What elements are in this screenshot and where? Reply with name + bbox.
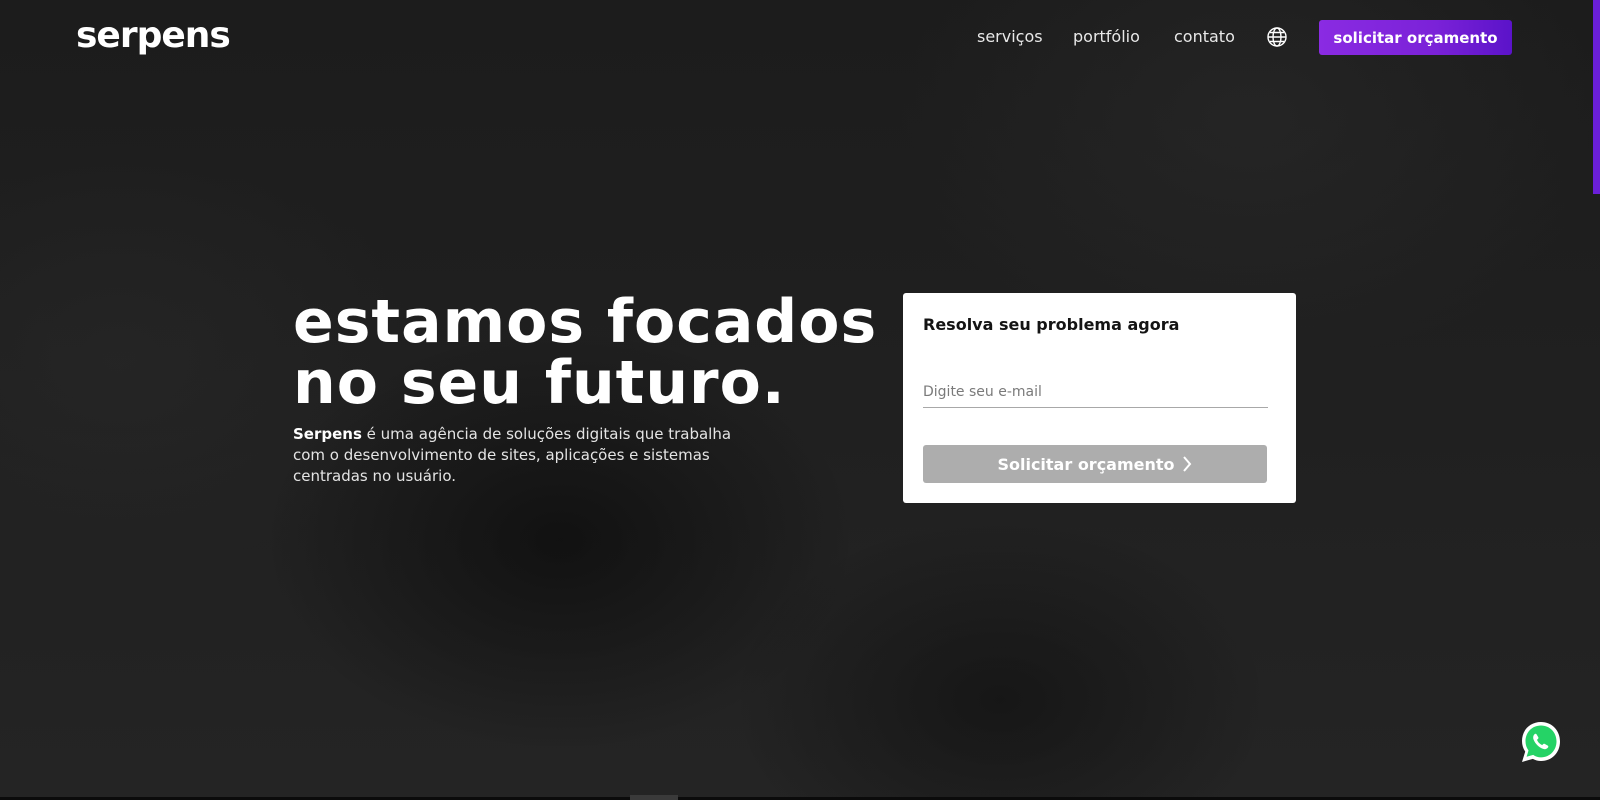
whatsapp-icon[interactable] bbox=[1518, 719, 1564, 765]
form-title: Resolva seu problema agora bbox=[923, 315, 1180, 334]
chevron-right-icon bbox=[1182, 456, 1191, 472]
bottom-scroll-handle[interactable] bbox=[630, 795, 678, 800]
hero-title-line-1: estamos focados bbox=[293, 291, 877, 353]
hero-title-light-2: no seu bbox=[293, 348, 523, 418]
submit-quote-label: Solicitar orçamento bbox=[997, 454, 1175, 474]
page-background bbox=[0, 0, 1600, 800]
brand-name: Serpens bbox=[293, 425, 362, 443]
quote-form-card: Resolva seu problema agora Solicitar orç… bbox=[903, 293, 1296, 503]
scroll-indicator[interactable] bbox=[1593, 0, 1600, 194]
nav-link-portfolio[interactable]: portfólio bbox=[1073, 27, 1140, 47]
hero-description: Serpens é uma agência de soluções digita… bbox=[293, 424, 733, 487]
submit-quote-button[interactable]: Solicitar orçamento bbox=[923, 445, 1267, 483]
hero-title-bold-2: futuro. bbox=[544, 348, 786, 418]
hero-title-light-1: estamos bbox=[293, 287, 586, 357]
email-field[interactable] bbox=[923, 376, 1268, 408]
globe-icon[interactable] bbox=[1266, 26, 1288, 48]
hero-title-line-2: no seu futuro. bbox=[293, 352, 786, 414]
request-quote-button[interactable]: solicitar orçamento bbox=[1319, 20, 1512, 55]
hero-title-bold-1: focados bbox=[606, 287, 878, 357]
nav-link-contato[interactable]: contato bbox=[1174, 27, 1235, 47]
logo[interactable]: serpens bbox=[76, 16, 231, 56]
site-header: serpens serviços portfólio contato solic… bbox=[0, 0, 1600, 76]
nav-link-servicos[interactable]: serviços bbox=[977, 27, 1043, 47]
